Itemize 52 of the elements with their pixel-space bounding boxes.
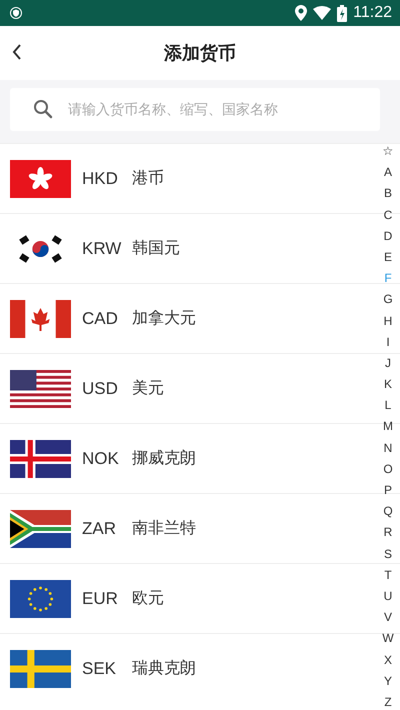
index-letter[interactable]: G	[383, 289, 393, 310]
flag-icon	[10, 580, 71, 618]
index-letter[interactable]: V	[384, 607, 392, 628]
index-letter[interactable]: N	[384, 438, 392, 459]
index-letter[interactable]: S	[384, 544, 392, 565]
index-letter[interactable]: J	[385, 352, 391, 374]
flag-icon	[10, 650, 71, 688]
battery-icon	[337, 4, 348, 22]
index-letter[interactable]: ☆	[382, 141, 394, 162]
currency-name: 挪威克朗	[132, 448, 196, 469]
currency-code: KRW	[82, 238, 122, 258]
wifi-icon	[313, 6, 332, 20]
currency-code: USD	[82, 378, 119, 398]
index-letter[interactable]: H	[384, 310, 392, 332]
index-letter[interactable]: L	[384, 395, 392, 416]
flag-icon	[10, 370, 71, 408]
currency-name: 美元	[132, 378, 164, 399]
location-icon	[295, 5, 308, 21]
currency-code: SEK	[82, 658, 118, 678]
flag-icon	[10, 300, 71, 338]
index-letter[interactable]: Q	[383, 501, 393, 522]
index-letter[interactable]: Y	[384, 670, 392, 692]
search-field[interactable]: 请输入货币名称、缩写、国家名称	[10, 88, 380, 131]
index-letter[interactable]: E	[384, 246, 392, 268]
currency-name: 加拿大元	[132, 308, 196, 329]
index-letter[interactable]: U	[384, 586, 392, 608]
currency-name: 南非兰特	[132, 518, 196, 539]
index-letter[interactable]: B	[384, 183, 392, 205]
index-letter[interactable]: T	[384, 564, 392, 586]
status-time: 11:22	[353, 4, 392, 22]
currency-code: CAD	[82, 308, 119, 328]
index-letter[interactable]: K	[384, 374, 392, 396]
index-letter[interactable]: I	[386, 332, 390, 353]
index-letter[interactable]: X	[384, 650, 392, 671]
page-title: 添加货币	[164, 42, 236, 65]
index-letter[interactable]: D	[384, 226, 392, 247]
currency-code: NOK	[82, 448, 120, 468]
index-letter[interactable]: A	[384, 162, 392, 184]
currency-name: 欧元	[132, 588, 164, 609]
currency-code: ZAR	[82, 518, 117, 538]
flag-icon	[10, 440, 71, 478]
shield-icon	[10, 7, 22, 19]
back-icon[interactable]	[12, 43, 22, 61]
currency-code: EUR	[82, 588, 119, 608]
currency-name: 韩国元	[132, 238, 180, 259]
currency-name: 瑞典克朗	[132, 658, 196, 679]
flag-icon	[10, 510, 71, 548]
flag-icon	[10, 160, 71, 198]
index-letter[interactable]: R	[384, 522, 392, 544]
currency-name: 港币	[132, 168, 164, 189]
currency-code: HKD	[82, 168, 119, 188]
index-letter[interactable]: O	[383, 458, 393, 480]
